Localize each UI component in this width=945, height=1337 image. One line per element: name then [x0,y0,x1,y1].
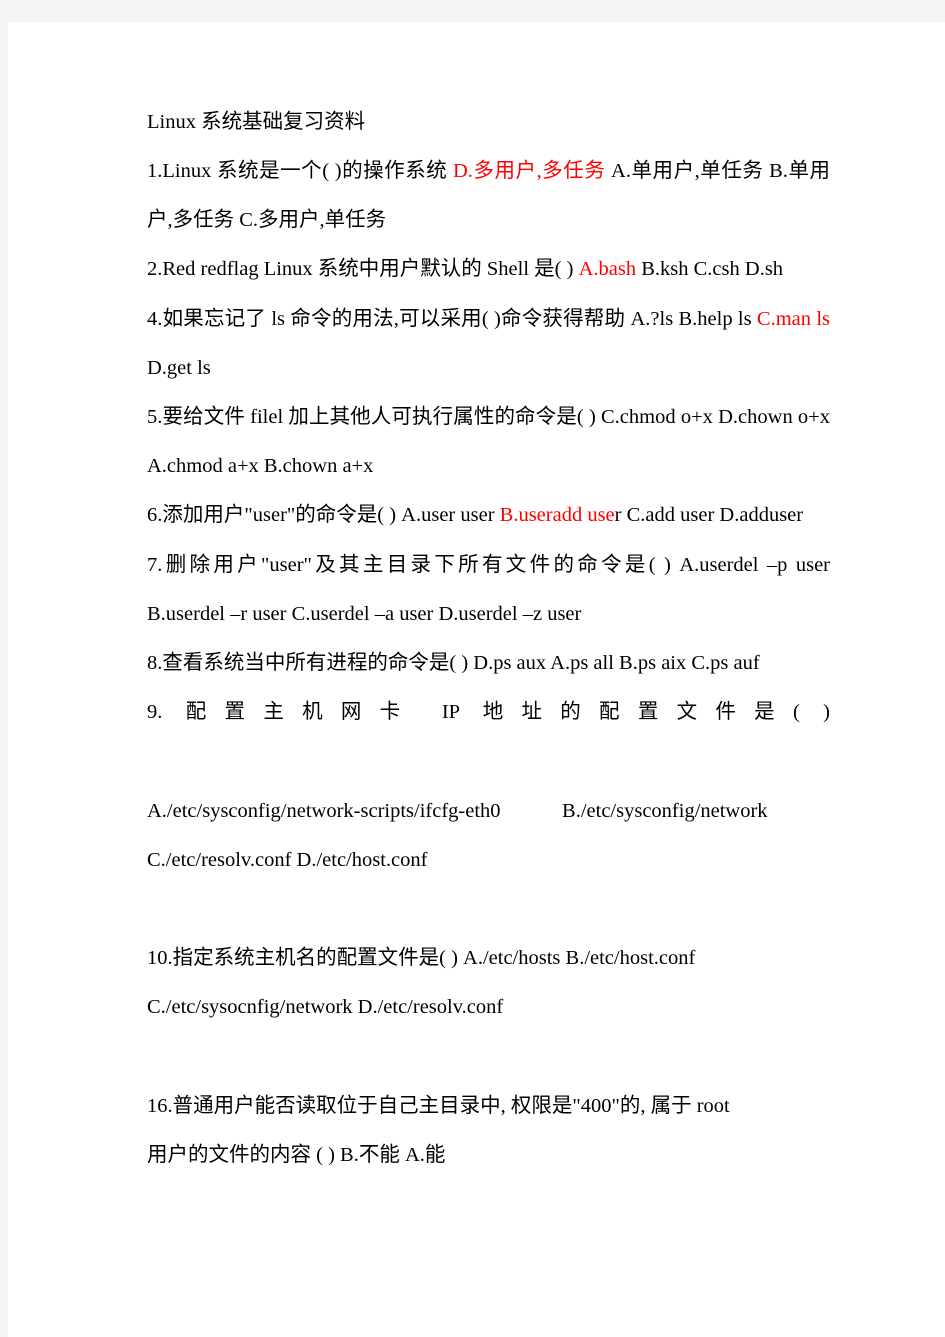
question-5-stem: 5.要给文件 filel 加上其他人可执行属性的命令是( ) C.chmod o… [147,406,830,478]
question-item-7: 7.删除用户"user"及其主目录下所有文件的命令是( ) A.userdel … [147,541,830,639]
question-4-answer: C.man ls [756,307,830,330]
question-1-answer: D.多用户,多任务 [452,160,606,182]
question-item-16: 16.普通用户能否读取位于自己主目录中, 权限是"400"的, 属于 root … [147,1082,830,1230]
question-2-options: B.ksh C.csh D.sh [636,258,784,281]
question-item-10: 10.指定系统主机名的配置文件是( ) A./etc/hosts B./etc/… [147,934,830,1082]
document-body: Linux 系统基础复习资料 1.Linux 系统是一个( )的操作系统 D.多… [147,98,830,1229]
question-6-answer: B.useradd use [499,504,615,527]
question-4-stem: 4.如果忘记了 ls 命令的用法,可以采用( )命令获得帮助 A.?ls B.h… [147,307,757,330]
question-item-2: 2.Red redflag Linux 系统中用户默认的 Shell 是( ) … [147,245,830,294]
question-4-options: D.get ls [147,356,211,379]
document-title: Linux 系统基础复习资料 [147,111,366,133]
question-16-line-1: 16.普通用户能否读取位于自己主目录中, 权限是"400"的, 属于 root [147,1094,730,1117]
question-item-9: 9. 配置主机网卡 IP 地址的配置文件是( ) A./etc/sysconfi… [147,688,830,934]
question-item-8: 8.查看系统当中所有进程的命令是( ) D.ps aux A.ps all B.… [147,639,830,688]
question-10-line-2: C./etc/sysocnfig/network D./etc/resolv.c… [147,996,504,1019]
question-6-options: r C.add user D.adduser [614,504,804,527]
question-item-4: 4.如果忘记了 ls 命令的用法,可以采用( )命令获得帮助 A.?ls B.h… [147,295,830,393]
question-2-stem: 2.Red redflag Linux 系统中用户默认的 Shell 是( ) [147,258,579,281]
question-8-stem: 8.查看系统当中所有进程的命令是( ) D.ps aux A.ps all B.… [147,652,760,675]
question-9-options-cd: C./etc/resolv.conf D./etc/host.conf [147,848,428,871]
question-2-answer: A.bash [578,258,637,281]
question-7-stem: 7.删除用户"user"及其主目录下所有文件的命令是( ) A.userdel … [147,553,830,625]
question-item-5: 5.要给文件 filel 加上其他人可执行属性的命令是( ) C.chmod o… [147,393,830,491]
question-item-6: 6.添加用户"user"的命令是( ) A.user user B.userad… [147,491,830,540]
question-16-line-2: 用户的文件的内容 ( ) B.不能 A.能 [147,1144,446,1167]
question-item-1: 1.Linux 系统是一个( )的操作系统 D.多用户,多任务 A.单用户,单任… [147,147,830,245]
question-6-stem: 6.添加用户"user"的命令是( ) A.user user [147,504,500,527]
document-page: Linux 系统基础复习资料 1.Linux 系统是一个( )的操作系统 D.多… [8,22,945,1337]
question-1-stem: 1.Linux 系统是一个( )的操作系统 [147,160,453,182]
question-9-option-b: B./etc/sysconfig/network [562,799,768,822]
question-9-stem: 9. 配置主机网卡 IP 地址的配置文件是( ) [147,701,830,724]
question-10-line-1: 10.指定系统主机名的配置文件是( ) A./etc/hosts B./etc/… [147,947,696,970]
question-9-option-a: A./etc/sysconfig/network-scripts/ifcfg-e… [147,799,501,822]
